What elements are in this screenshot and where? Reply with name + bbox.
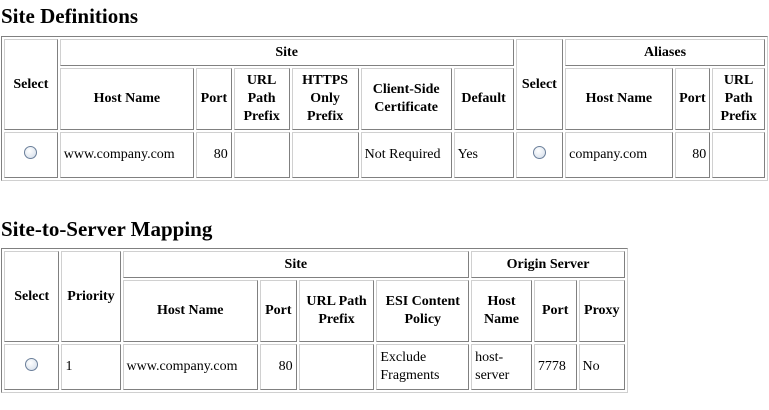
site-select-radio-cell[interactable] (4, 132, 58, 178)
col-port: Port (259, 280, 297, 342)
col-alias-port: Port (674, 68, 711, 130)
col-select: Select (4, 39, 58, 130)
alias-url-path-prefix (712, 132, 765, 178)
col-default: Default (453, 68, 514, 130)
col-https-only-prefix: HTTPS Only Prefix (291, 68, 359, 130)
mapping-origin-host-name: host-server (471, 344, 532, 390)
col-port: Port (196, 68, 232, 130)
site-url-path-prefix (233, 132, 290, 178)
site-https-only-prefix (291, 132, 359, 178)
col-priority: Priority (61, 251, 121, 342)
alias-select-radio-cell[interactable] (515, 132, 564, 178)
col-client-side-certificate: Client-Side Certificate (360, 68, 452, 130)
col-select: Select (4, 251, 60, 342)
alias-host-name: company.com (565, 132, 673, 178)
col-alias-select: Select (515, 39, 564, 130)
col-url-path-prefix: URL Path Prefix (233, 68, 290, 130)
mapping-esi-content-policy: Exclude Fragments (376, 344, 470, 390)
mapping-host-name: www.company.com (122, 344, 258, 390)
col-host-name: Host Name (59, 68, 195, 130)
col-esi-content-policy: ESI Content Policy (376, 280, 470, 342)
site-to-server-mapping-table: Select Priority Site Origin Server Host … (1, 248, 628, 393)
mapping-port: 80 (259, 344, 297, 390)
col-host-name: Host Name (122, 280, 258, 342)
table-row: 1 www.company.com 80 Exclude Fragments h… (4, 344, 625, 390)
mapping-select-radio-cell[interactable] (4, 344, 60, 390)
col-group-site: Site (122, 251, 470, 278)
col-alias-host-name: Host Name (565, 68, 673, 130)
col-group-origin-server: Origin Server (471, 251, 625, 278)
mapping-url-path-prefix (298, 344, 375, 390)
mapping-select-radio[interactable] (25, 357, 39, 371)
site-default: Yes (453, 132, 514, 178)
site-definitions-table: Select Site Select Aliases Host Name Por… (1, 36, 768, 181)
col-url-path-prefix: URL Path Prefix (298, 280, 375, 342)
alias-port: 80 (674, 132, 711, 178)
site-to-server-mapping-title: Site-to-Server Mapping (1, 217, 213, 241)
site-select-radio[interactable] (24, 145, 38, 159)
table-row: www.company.com 80 Not Required Yes comp… (4, 132, 765, 178)
site-definitions-title: Site Definitions (1, 4, 139, 28)
col-group-aliases: Aliases (565, 39, 765, 66)
col-proxy: Proxy (578, 280, 625, 342)
col-alias-url-path-prefix: URL Path Prefix (712, 68, 765, 130)
mapping-origin-port: 7778 (533, 344, 577, 390)
site-host-name: www.company.com (59, 132, 195, 178)
col-origin-port: Port (533, 280, 577, 342)
site-port: 80 (196, 132, 232, 178)
mapping-priority: 1 (61, 344, 121, 390)
site-client-side-certificate: Not Required (360, 132, 452, 178)
col-origin-host-name: Host Name (471, 280, 532, 342)
mapping-proxy: No (578, 344, 625, 390)
col-group-site: Site (59, 39, 514, 66)
alias-select-radio[interactable] (532, 145, 546, 159)
